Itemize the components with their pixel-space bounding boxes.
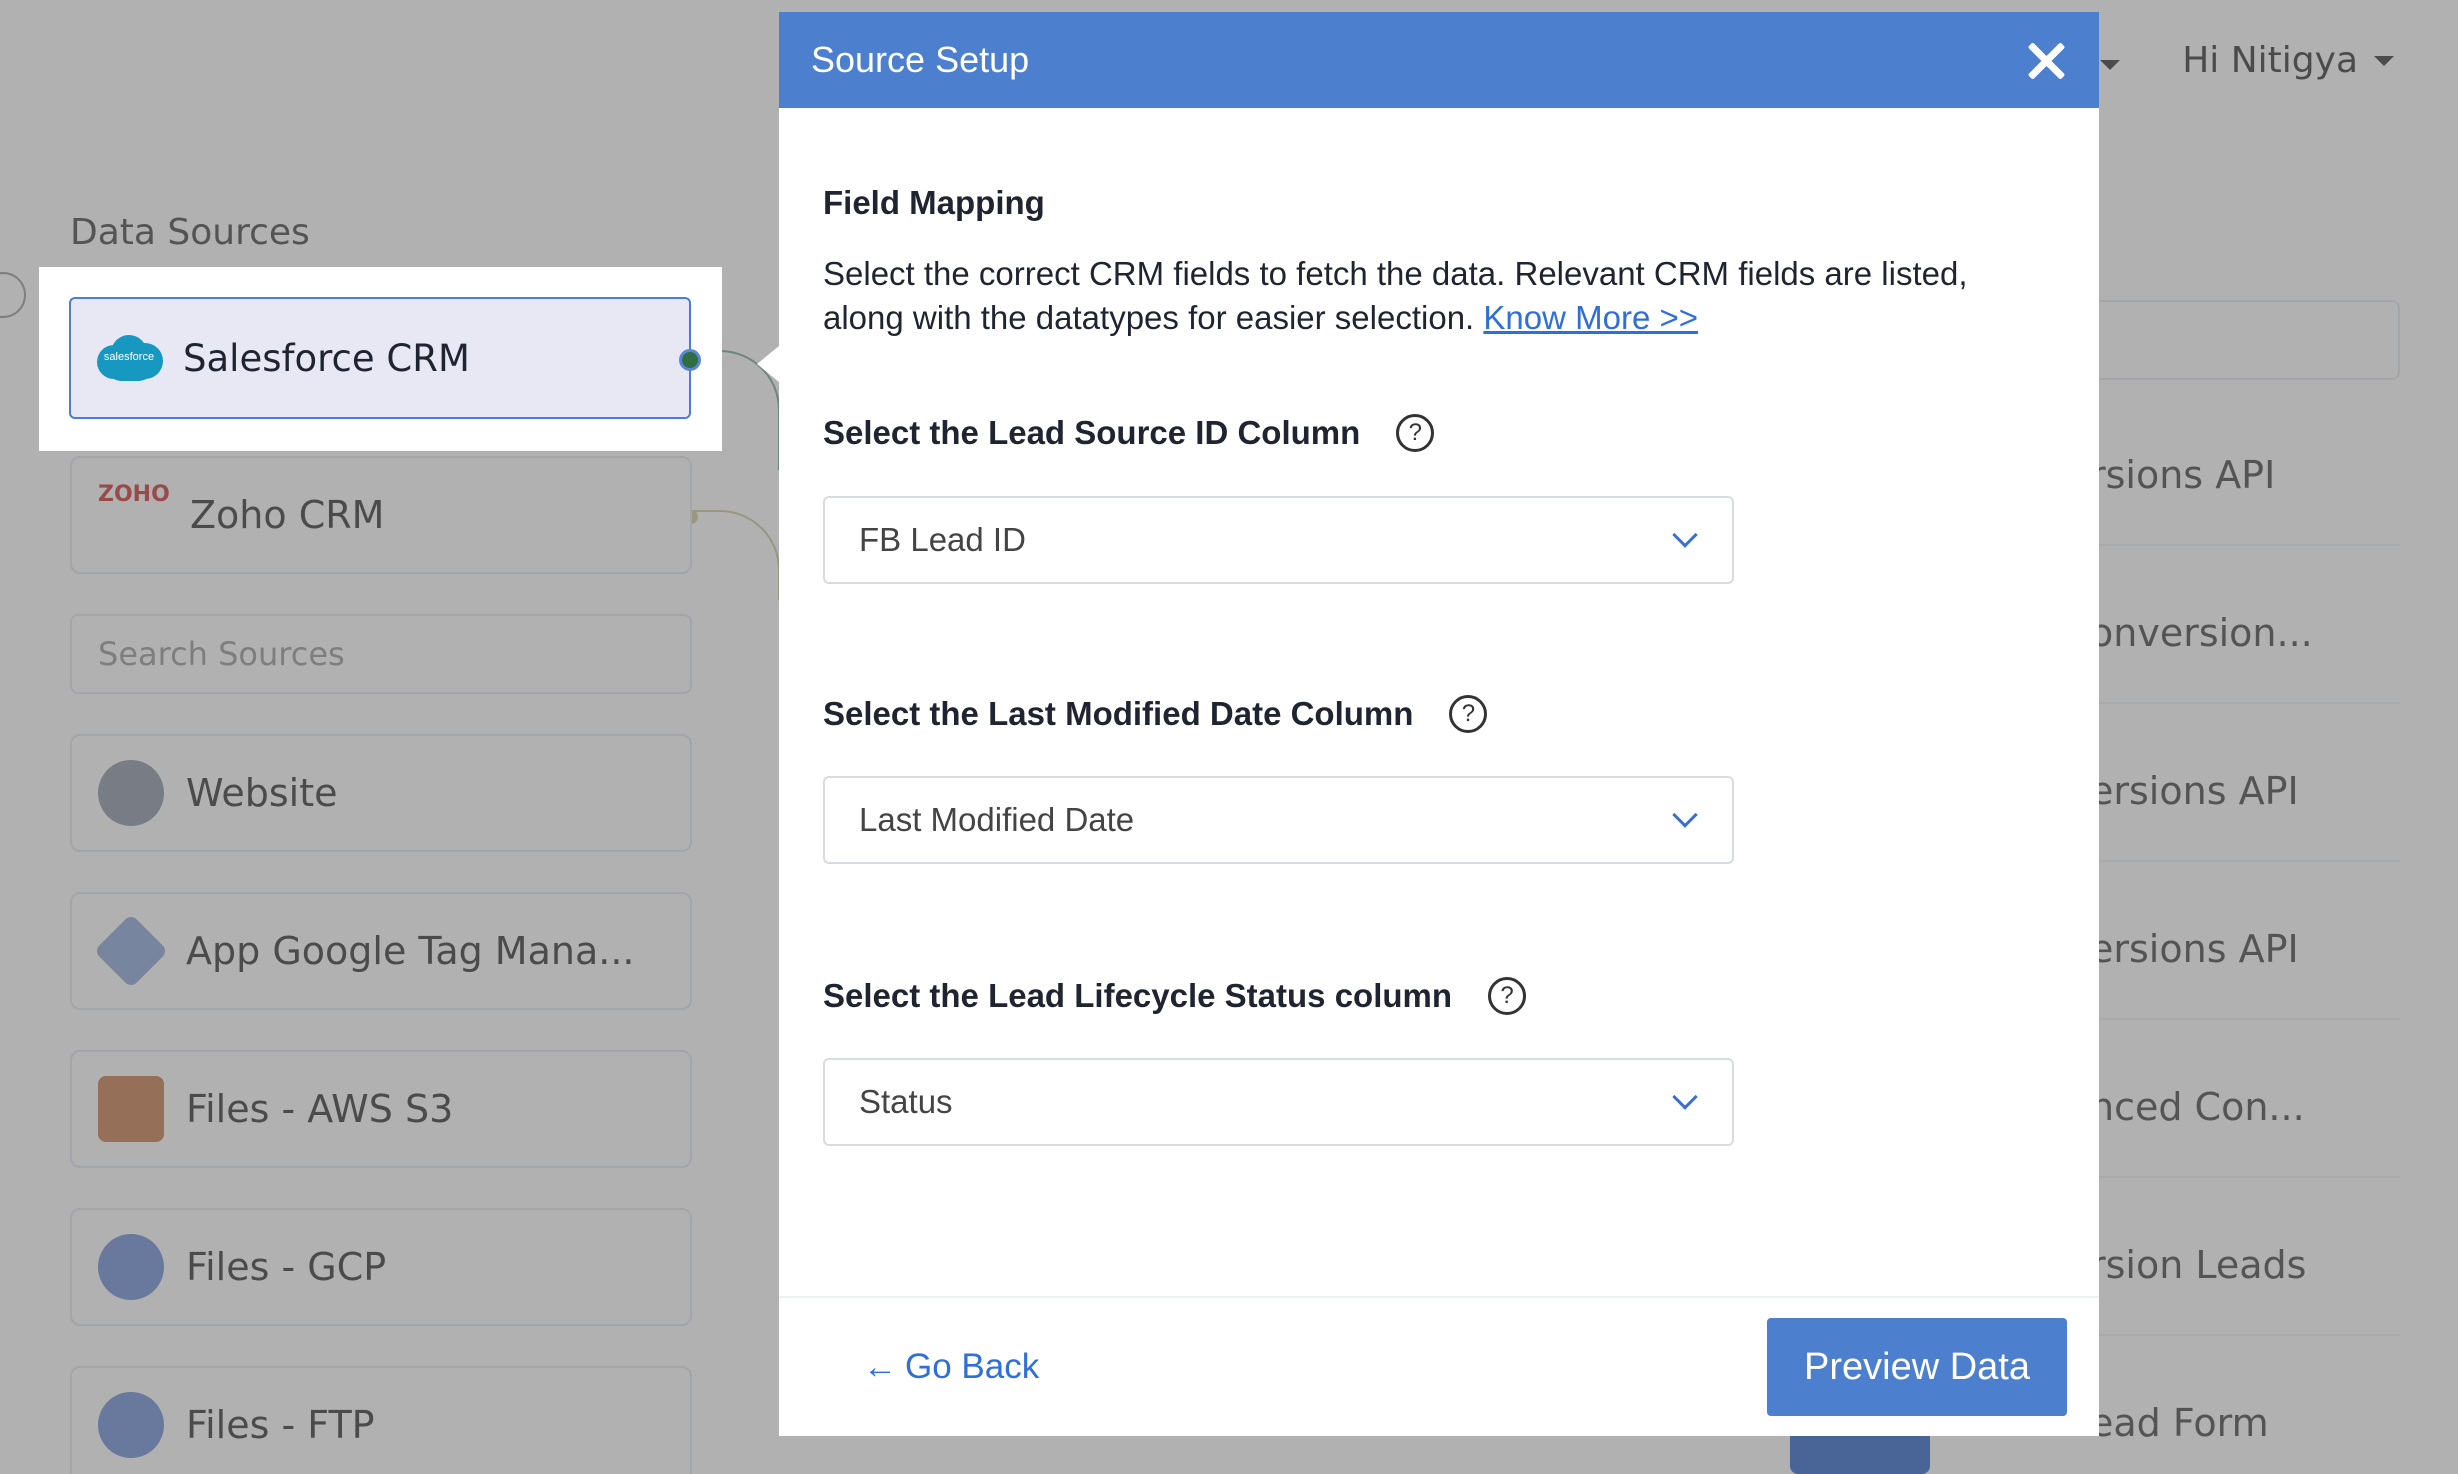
selected-value: Status bbox=[859, 1083, 953, 1120]
field-label-text: Select the Last Modified Date Column bbox=[823, 695, 1414, 732]
field-label-text: Select the Lead Source ID Column bbox=[823, 414, 1361, 451]
close-icon[interactable] bbox=[2023, 38, 2067, 82]
selected-value: FB Lead ID bbox=[859, 521, 1026, 558]
description-text: Select the correct CRM fields to fetch t… bbox=[823, 255, 1968, 336]
help-icon[interactable]: ? bbox=[1449, 695, 1488, 733]
modal-footer: ← Go Back Preview Data bbox=[779, 1296, 2099, 1436]
chevron-down-icon bbox=[1672, 802, 1698, 828]
salesforce-logo-text: salesforce bbox=[103, 351, 155, 363]
go-back-button[interactable]: ← Go Back bbox=[863, 1347, 1039, 1387]
lead-source-id-label: Select the Lead Source ID Column ? bbox=[823, 414, 1435, 452]
selected-source-label: Salesforce CRM bbox=[183, 336, 470, 380]
preview-data-button[interactable]: Preview Data bbox=[1767, 1318, 2067, 1416]
modal-body: Field Mapping Select the correct CRM fie… bbox=[779, 108, 2099, 1296]
lead-source-id-select[interactable]: FB Lead ID bbox=[823, 496, 1734, 584]
modal-title: Source Setup bbox=[811, 39, 1030, 80]
field-mapping-description: Select the correct CRM fields to fetch t… bbox=[823, 252, 2043, 340]
section-title: Field Mapping bbox=[823, 184, 1045, 221]
lead-lifecycle-status-label: Select the Lead Lifecycle Status column … bbox=[823, 977, 1527, 1015]
lead-lifecycle-status-select[interactable]: Status bbox=[823, 1058, 1734, 1146]
salesforce-icon: salesforce bbox=[93, 333, 165, 383]
selected-source-card[interactable]: salesforce Salesforce CRM bbox=[69, 297, 691, 419]
help-icon[interactable]: ? bbox=[1396, 414, 1435, 452]
chevron-down-icon bbox=[1672, 1084, 1698, 1110]
help-icon[interactable]: ? bbox=[1488, 977, 1527, 1015]
last-modified-date-label: Select the Last Modified Date Column ? bbox=[823, 695, 1488, 733]
last-modified-date-select[interactable]: Last Modified Date bbox=[823, 776, 1734, 864]
connector-node[interactable] bbox=[679, 349, 701, 371]
field-label-text: Select the Lead Lifecycle Status column bbox=[823, 977, 1453, 1014]
selected-source-panel: salesforce Salesforce CRM bbox=[39, 267, 722, 451]
source-setup-modal: Source Setup Field Mapping Select the co… bbox=[779, 12, 2099, 1436]
modal-header: Source Setup bbox=[779, 12, 2099, 108]
go-back-label: Go Back bbox=[905, 1347, 1040, 1386]
pointer-arrow bbox=[757, 346, 779, 382]
chevron-down-icon bbox=[1672, 522, 1698, 548]
know-more-link[interactable]: Know More >> bbox=[1483, 299, 1698, 336]
arrow-left-icon: ← bbox=[863, 1347, 897, 1386]
selected-value: Last Modified Date bbox=[859, 801, 1135, 838]
